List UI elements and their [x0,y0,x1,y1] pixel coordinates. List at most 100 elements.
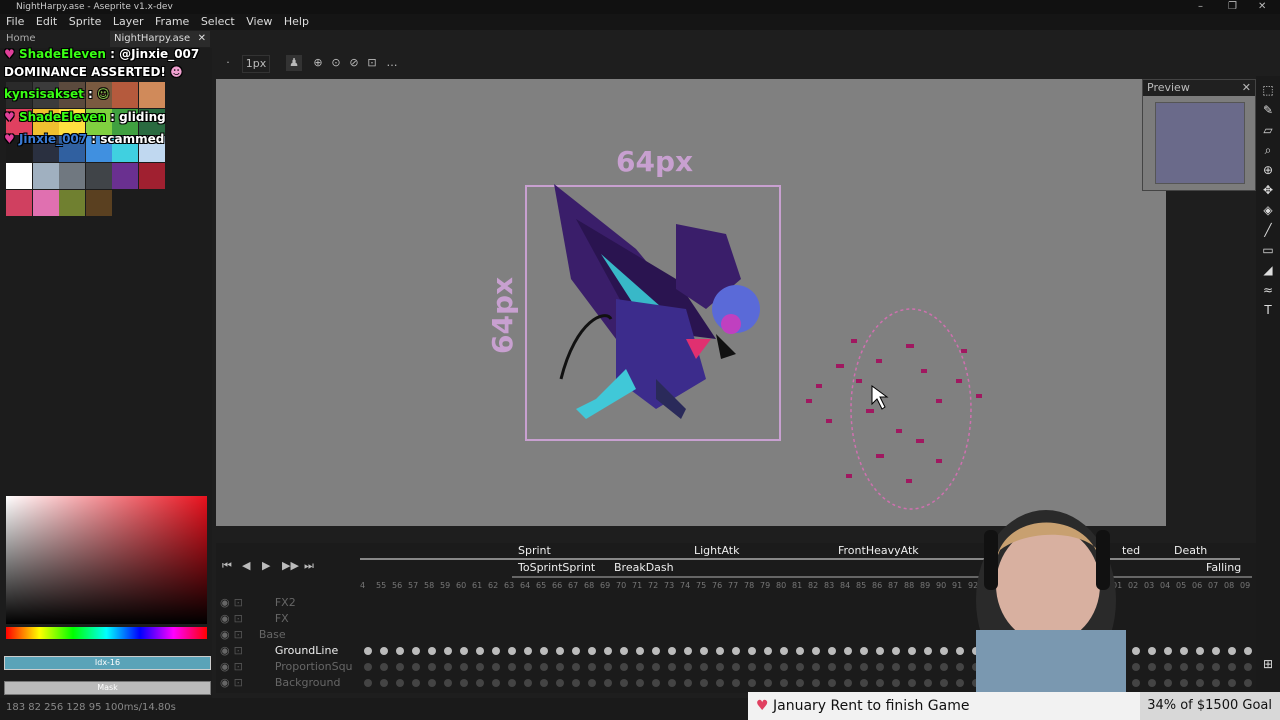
frame-number[interactable]: 86 [872,581,882,590]
frame-cel[interactable] [540,647,548,655]
frame-cel[interactable] [380,663,388,671]
frame-cel[interactable] [396,647,404,655]
frame-cel[interactable] [476,647,484,655]
frame-cel[interactable] [524,663,532,671]
visibility-icon[interactable]: ◉ [220,596,230,609]
frame-number[interactable]: 83 [824,581,834,590]
frame-cel[interactable] [1228,647,1236,655]
frame-cel[interactable] [956,663,964,671]
preview-panel[interactable]: Preview ✕ [1142,79,1256,191]
paint-bucket-icon[interactable]: ◈ [1260,202,1276,218]
frame-cel[interactable] [428,679,436,687]
frame-cel[interactable] [508,647,516,655]
frame-cel[interactable] [764,663,772,671]
visibility-icon[interactable]: ◉ [220,612,230,625]
tag-tosprintsprint[interactable]: ToSprintSprint [518,560,595,576]
frame-cel[interactable] [1212,663,1220,671]
frame-cel[interactable] [956,647,964,655]
frame-cel[interactable] [460,663,468,671]
marquee-icon[interactable]: ⬚ [1260,82,1276,98]
frame-cel[interactable] [700,663,708,671]
menu-file[interactable]: File [6,14,24,30]
frame-cel[interactable] [924,663,932,671]
frame-cel[interactable] [476,679,484,687]
frame-number[interactable]: 09 [1240,581,1250,590]
lock-icon[interactable]: ⊡ [234,628,243,641]
menu-select[interactable]: Select [201,14,235,30]
minimize-icon[interactable]: – [1198,0,1203,14]
frame-number[interactable]: 67 [568,581,578,590]
frame-cel[interactable] [732,647,740,655]
frame-number[interactable]: 77 [728,581,738,590]
frame-cel[interactable] [380,647,388,655]
layer-row[interactable]: ◉ ⊡ Base [220,627,360,643]
visibility-icon[interactable]: ◉ [220,660,230,673]
frame-number[interactable]: 80 [776,581,786,590]
palette-swatch[interactable] [59,163,86,189]
frame-number[interactable]: 66 [552,581,562,590]
frame-cel[interactable] [604,663,612,671]
frame-cel[interactable] [780,647,788,655]
rotate-icon[interactable]: ⊘ [346,55,362,71]
pencil-icon[interactable]: ✎ [1260,102,1276,118]
tag-breakdash[interactable]: BreakDash [614,560,674,576]
palette-swatch[interactable] [112,82,139,108]
lock-icon[interactable]: ⊡ [234,644,243,657]
symmetry-icon[interactable]: ⊕ [310,55,326,71]
frame-cel[interactable] [876,679,884,687]
timeline-toggle-icon[interactable]: ⊞ [1260,656,1276,672]
frame-cel[interactable] [620,647,628,655]
frame-number[interactable]: 78 [744,581,754,590]
frame-cel[interactable] [364,647,372,655]
frame-cel[interactable] [764,647,772,655]
palette-swatch[interactable] [32,163,59,189]
frame-number[interactable]: 05 [1176,581,1186,590]
palette-swatch[interactable] [85,190,112,216]
frame-number[interactable]: 57 [408,581,418,590]
frame-cel[interactable] [812,663,820,671]
frame-number[interactable]: 65 [536,581,546,590]
eraser-icon[interactable]: ▱ [1260,122,1276,138]
frame-cel[interactable] [668,647,676,655]
pivot-icon[interactable]: ⊙ [328,55,344,71]
frame-cel[interactable] [940,647,948,655]
layer-row[interactable]: ◉ ⊡ ProportionSqu [220,659,360,675]
frame-cel[interactable] [924,647,932,655]
frame-number[interactable]: 85 [856,581,866,590]
frame-number[interactable]: 4 [360,581,365,590]
frame-number[interactable]: 72 [648,581,658,590]
frame-number[interactable]: 69 [600,581,610,590]
close-icon[interactable]: ✕ [1258,0,1266,14]
frame-cel[interactable] [540,663,548,671]
frame-cel[interactable] [428,663,436,671]
palette-swatch[interactable] [112,163,139,189]
frame-number[interactable]: 04 [1160,581,1170,590]
frame-number[interactable]: 91 [952,581,962,590]
frame-cel[interactable] [1244,647,1252,655]
frame-cel[interactable] [412,679,420,687]
frame-number[interactable]: 64 [520,581,530,590]
frame-number[interactable]: 70 [616,581,626,590]
frame-cel[interactable] [364,679,372,687]
play-icon[interactable]: ▶ [262,559,270,572]
frame-cel[interactable] [396,679,404,687]
frame-cel[interactable] [1164,679,1172,687]
visibility-icon[interactable]: ◉ [220,644,230,657]
frame-number[interactable]: 06 [1192,581,1202,590]
frame-cel[interactable] [828,647,836,655]
frame-cel[interactable] [396,663,404,671]
color-picker-spectrum[interactable] [6,496,207,624]
lock-icon[interactable]: ⊡ [234,596,243,609]
tab-close-icon[interactable]: ✕ [198,31,206,47]
frame-number[interactable]: 84 [840,581,850,590]
frame-cel[interactable] [860,679,868,687]
menu-layer[interactable]: Layer [113,14,144,30]
frame-cel[interactable] [492,647,500,655]
frame-cel[interactable] [892,663,900,671]
frame-cel[interactable] [780,679,788,687]
frame-cel[interactable] [924,679,932,687]
frame-number[interactable]: 03 [1144,581,1154,590]
frame-cel[interactable] [732,679,740,687]
palette-swatch[interactable] [139,163,165,189]
frame-cel[interactable] [1196,647,1204,655]
